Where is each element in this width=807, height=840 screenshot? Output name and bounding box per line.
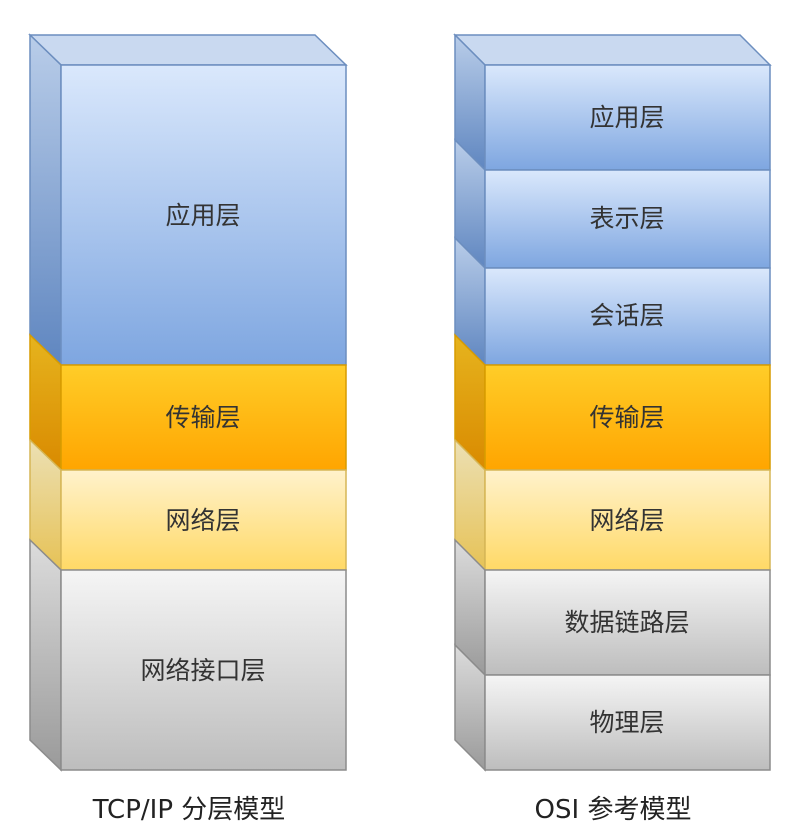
osi-layer-application-label: 应用层 [589,103,664,132]
tcpip-top-face [28,34,348,66]
osi-stack: 应用层 表示层 会话层 传输层 网络层 数据链路层 物理层 OSI 参考模型 [453,33,772,825]
tcpip-layer-link: 网络接口层 [29,538,347,772]
tcpip-layer-transport-label: 传输层 [165,403,240,432]
tcpip-layer-application-side [29,33,62,367]
osi-layer-session-label: 会话层 [589,301,664,330]
osi-layer-network-label: 网络层 [589,506,664,535]
osi-layer-datalink-label: 数据链路层 [564,608,689,637]
tcpip-layer-application: 应用层 [29,33,347,367]
network-model-diagram: 应用层 传输层 网络层 网络接口层 TCP/IP 分层模型 应用层 表示层 会话… [28,33,772,825]
tcpip-layer-link-label: 网络接口层 [140,656,265,685]
tcpip-layer-application-label: 应用层 [165,201,240,230]
osi-layer-physical-label: 物理层 [589,708,664,737]
osi-caption: OSI 参考模型 [535,795,692,825]
tcpip-layer-link-side [29,538,62,772]
tcpip-stack: 应用层 传输层 网络层 网络接口层 TCP/IP 分层模型 [28,33,348,825]
tcpip-caption: TCP/IP 分层模型 [92,795,286,825]
osi-layer-presentation-label: 表示层 [589,204,664,233]
tcpip-layer-network-label: 网络层 [165,506,240,535]
osi-layer-transport-label: 传输层 [589,403,664,432]
osi-top-face [453,34,772,66]
